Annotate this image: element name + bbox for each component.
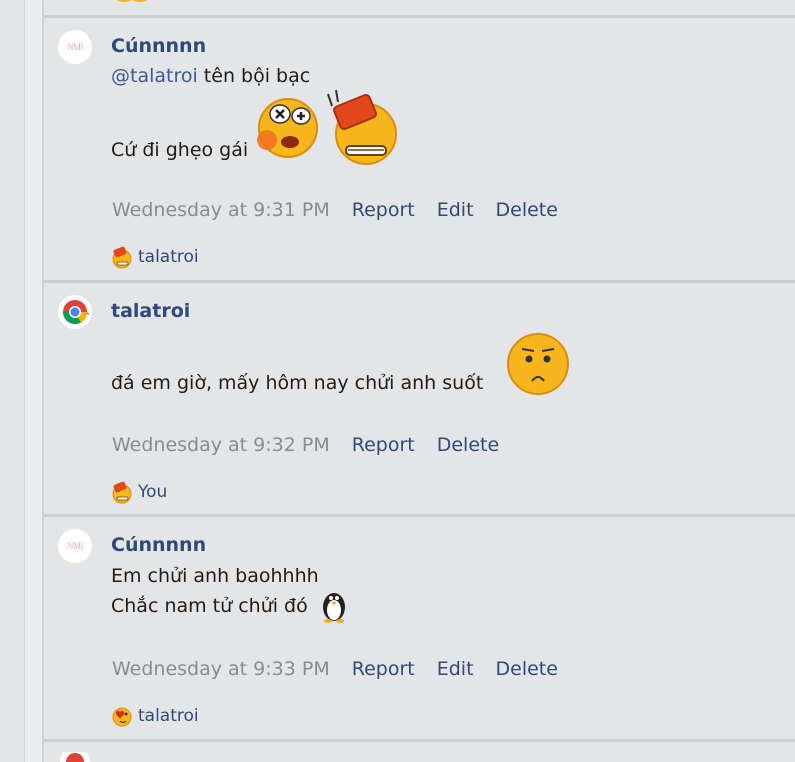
report-button[interactable]: Report: [352, 199, 415, 221]
edit-button[interactable]: Edit: [437, 199, 474, 221]
paddle-hit-emoticon-icon: [327, 89, 397, 165]
username[interactable]: Cúnnnnn: [111, 534, 206, 556]
chrome-logo-icon: [62, 300, 90, 325]
post-timestamp[interactable]: Wednesday at 9:32 PM: [112, 434, 330, 456]
avatar-label: NMI: [67, 42, 84, 52]
message-line: Cứ đi ghẹo gái: [111, 139, 249, 161]
delete-button[interactable]: Delete: [437, 434, 499, 456]
report-button[interactable]: Report: [352, 434, 415, 456]
avatar-label: NMI: [67, 541, 84, 551]
angry-reaction-icon: [112, 481, 132, 504]
penguin-emoticon-icon: [323, 593, 345, 623]
partial-emoticon-icon: [116, 0, 148, 2]
username[interactable]: talatroi: [111, 300, 190, 322]
avatar[interactable]: NMI: [58, 529, 92, 563]
love-reaction-icon: [112, 707, 132, 727]
reaction-user[interactable]: talatroi: [138, 706, 199, 726]
dizzy-face-emoticon-icon: [257, 98, 318, 158]
post-list: NMI Cúnnnnn @talatroi tên bội bạc Cứ đi …: [44, 0, 795, 762]
reaction-bar[interactable]: You: [110, 480, 167, 504]
annoyed-face-emoticon-icon: [507, 333, 569, 395]
post-meta: Wednesday at 9:32 PM Report Delete: [112, 434, 499, 456]
post-separator: [44, 514, 795, 517]
thread-rail: [24, 0, 44, 762]
message-text: tên bội bạc: [197, 65, 311, 87]
username[interactable]: Cúnnnnn: [111, 35, 206, 57]
message-line: Em chửi anh baohhhh: [111, 565, 319, 587]
post-separator: [44, 739, 795, 742]
delete-button[interactable]: Delete: [496, 658, 558, 680]
mention-link[interactable]: @talatroi: [111, 65, 198, 87]
edit-button[interactable]: Edit: [437, 658, 474, 680]
next-avatar-peek: [60, 752, 90, 762]
post-separator: [44, 15, 795, 18]
delete-button[interactable]: Delete: [496, 199, 558, 221]
reaction-bar[interactable]: talatroi: [110, 245, 199, 269]
report-button[interactable]: Report: [352, 658, 415, 680]
post-timestamp[interactable]: Wednesday at 9:33 PM: [112, 658, 330, 680]
avatar[interactable]: NMI: [58, 30, 92, 64]
post-separator: [44, 280, 795, 283]
avatar[interactable]: [58, 295, 92, 329]
post-timestamp[interactable]: Wednesday at 9:31 PM: [112, 199, 330, 221]
left-gutter: [0, 0, 24, 762]
reaction-user[interactable]: talatroi: [138, 247, 199, 267]
reaction-user[interactable]: You: [138, 482, 167, 502]
angry-reaction-icon: [112, 246, 132, 269]
reaction-bar[interactable]: talatroi: [110, 704, 199, 728]
post-meta: Wednesday at 9:33 PM Report Edit Delete: [112, 658, 558, 680]
message-line: đá em giờ, mấy hôm nay chửi anh suốt: [111, 372, 484, 394]
message-line: Chắc nam tử chửi đó: [111, 595, 308, 617]
message-line: @talatroi tên bội bạc: [111, 65, 310, 87]
post-meta: Wednesday at 9:31 PM Report Edit Delete: [112, 199, 558, 221]
